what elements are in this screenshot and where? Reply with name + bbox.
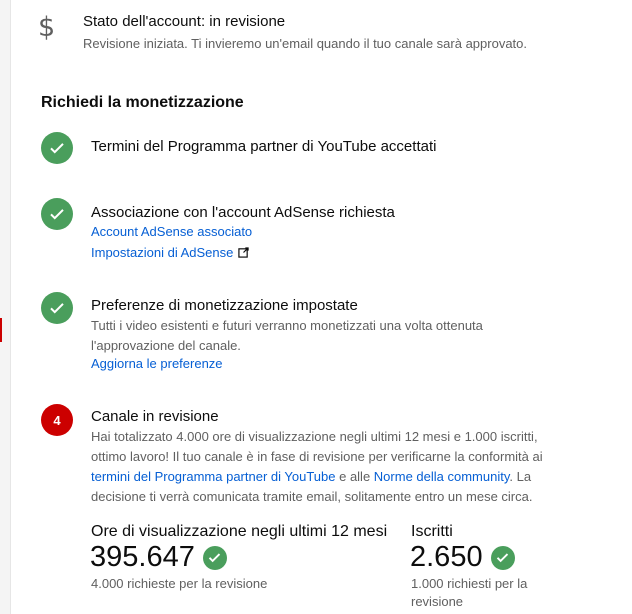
ypp-terms-link[interactable]: termini del Programma partner di YouTube <box>91 469 335 484</box>
account-status-subtitle: Revisione iniziata. Ti invieremo un'emai… <box>83 36 528 51</box>
check-circle-icon <box>490 545 515 570</box>
adsense-settings-label: Impostazioni di AdSense <box>91 245 234 260</box>
watch-hours-stat: 395.647 <box>90 541 227 574</box>
subscribers-note-line1: 1.000 richiesti per la <box>411 576 528 591</box>
subscribers-note-line2: revisione <box>411 594 464 609</box>
step-ypp-terms-title: Termini del Programma partner di YouTube… <box>91 138 437 155</box>
update-preferences-link[interactable]: Aggiorna le preferenze <box>91 356 223 371</box>
check-circle-icon <box>41 132 73 164</box>
dollar-icon: $ <box>38 12 56 43</box>
step-adsense-title: Associazione con l'account AdSense richi… <box>91 204 395 221</box>
subscribers-label: Iscritti <box>411 523 453 540</box>
step-review-line1: Hai totalizzato 4.000 ore di visualizzaz… <box>91 429 538 444</box>
watch-hours-note: 4.000 richieste per la revisione <box>91 576 268 591</box>
subscribers-stat: 2.650 <box>410 541 515 574</box>
step-preferences-title: Preferenze di monetizzazione impostate <box>91 297 358 314</box>
check-circle-icon <box>41 198 73 230</box>
external-link-icon <box>238 246 250 261</box>
monetization-section-title: Richiedi la monetizzazione <box>41 94 244 111</box>
account-status-title: Stato dell'account: in revisione <box>83 13 286 30</box>
check-circle-icon <box>202 545 227 570</box>
left-sidebar-edge <box>0 0 11 614</box>
community-guidelines-link[interactable]: Norme della community <box>374 469 510 484</box>
step-review-line4: decisione ti verrà comunicata tramite em… <box>91 489 533 504</box>
step-preferences-line1: Tutti i video esistenti e futuri verrann… <box>91 318 483 333</box>
adsense-account-link[interactable]: Account AdSense associato <box>91 224 252 239</box>
watch-hours-value: 395.647 <box>90 541 195 573</box>
step-review-line3: termini del Programma partner di YouTube… <box>91 467 611 487</box>
step-review-line2: ottimo lavoro! Il tuo canale è in fase d… <box>91 449 543 464</box>
sidebar-active-marker <box>0 318 2 342</box>
subscribers-value: 2.650 <box>410 541 483 573</box>
check-circle-icon <box>41 292 73 324</box>
step-preferences-line2: l'approvazione del canale. <box>91 338 241 353</box>
step-review-title: Canale in revisione <box>91 408 219 425</box>
review-text-end: . La <box>509 469 532 484</box>
step-number-badge: 4 <box>41 404 73 436</box>
adsense-settings-link[interactable]: Impostazioni di AdSense <box>91 245 250 261</box>
review-text-mid: e alle <box>335 469 374 484</box>
watch-hours-label: Ore di visualizzazione negli ultimi 12 m… <box>91 523 388 540</box>
